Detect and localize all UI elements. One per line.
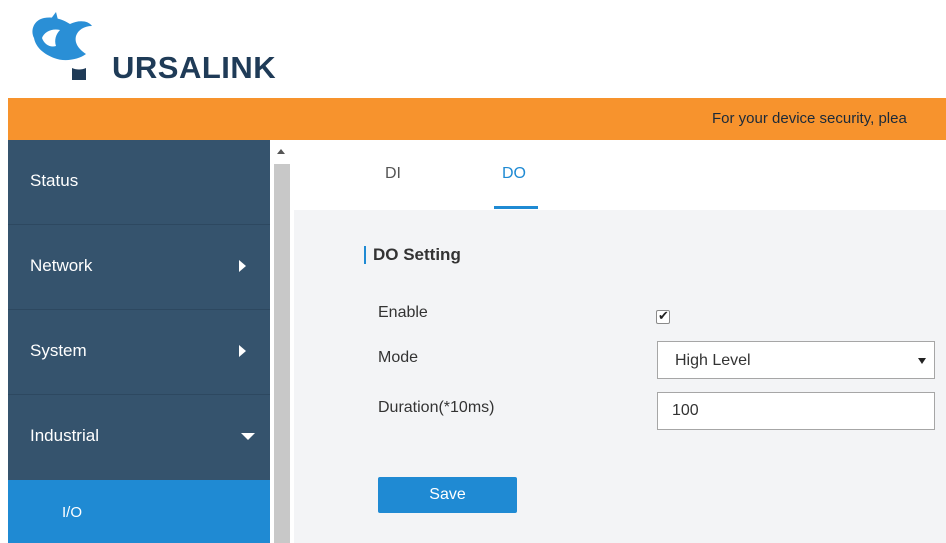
- tab-bar: DI DO: [294, 140, 946, 210]
- banner-text: For your device security, plea: [712, 110, 907, 127]
- sidebar-subitem-label: I/O: [62, 504, 83, 521]
- active-tab-indicator: [494, 206, 538, 209]
- bear-logo-icon: [32, 12, 92, 80]
- sidebar-item-label: Network: [30, 256, 93, 275]
- save-button[interactable]: Save: [378, 477, 517, 513]
- sidebar: Status Network System Industrial I/O: [8, 140, 270, 543]
- chevron-down-icon: [241, 433, 255, 440]
- duration-label: Duration(*10ms): [378, 399, 495, 416]
- sidebar-item-status[interactable]: Status: [8, 140, 270, 225]
- mode-label: Mode: [378, 349, 419, 366]
- sidebar-item-label: System: [30, 341, 87, 360]
- sidebar-item-industrial[interactable]: Industrial: [8, 395, 270, 480]
- header: URSALINK: [0, 0, 946, 98]
- tab-di[interactable]: DI: [385, 165, 401, 183]
- security-banner: For your device security, plea: [8, 98, 946, 140]
- sidebar-scrollbar[interactable]: [270, 140, 294, 543]
- section-title-accent: [364, 246, 366, 264]
- logo-text: URSALINK: [112, 50, 277, 85]
- scrollbar-thumb[interactable]: [274, 164, 290, 543]
- enable-label: Enable: [378, 304, 428, 321]
- do-setting-panel: DO Setting Enable ✔ Mode High Level Dura…: [294, 210, 946, 543]
- sidebar-item-label: Industrial: [30, 426, 99, 445]
- scroll-up-arrow-icon[interactable]: [277, 149, 285, 154]
- duration-input[interactable]: [657, 392, 935, 430]
- chevron-right-icon: [239, 260, 246, 272]
- section-title: DO Setting: [373, 245, 461, 264]
- ursalink-logo: URSALINK: [20, 8, 290, 88]
- sidebar-item-label: Status: [30, 171, 79, 190]
- mode-select-value: High Level: [675, 352, 751, 369]
- mode-select[interactable]: High Level: [657, 341, 935, 379]
- sidebar-subitem-io[interactable]: I/O: [8, 480, 270, 543]
- tab-do[interactable]: DO: [502, 165, 526, 183]
- enable-checkbox[interactable]: ✔: [656, 308, 670, 324]
- sidebar-item-network[interactable]: Network: [8, 225, 270, 310]
- sidebar-item-system[interactable]: System: [8, 310, 270, 395]
- checkmark-icon: ✔: [658, 308, 669, 323]
- dropdown-caret-icon: [918, 358, 926, 364]
- chevron-right-icon: [239, 345, 246, 357]
